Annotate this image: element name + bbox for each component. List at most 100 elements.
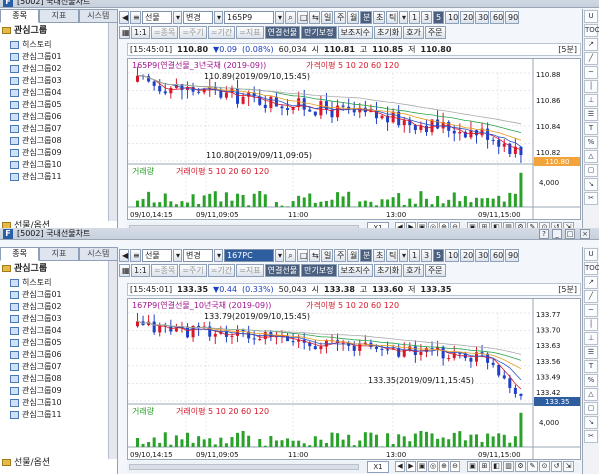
tool-button[interactable]: 주문 [424, 26, 446, 39]
tool-button[interactable]: =지표 [236, 264, 264, 277]
tree-item[interactable]: 관심그룹02 [10, 63, 105, 75]
chart-option-icon[interactable]: ◧ [491, 461, 502, 472]
tree-item[interactable]: 관심그룹09 [10, 385, 105, 397]
drawing-tool-icon[interactable]: ▢ [584, 164, 598, 177]
tree-item[interactable]: 관심그룹04 [10, 87, 105, 99]
drawing-tool-icon[interactable]: T [584, 360, 598, 373]
interval-button[interactable]: 5 [433, 249, 444, 262]
interval-button[interactable]: 3 [421, 249, 432, 262]
drawing-tool-icon[interactable]: ─ [584, 66, 598, 79]
drawing-tool-icon[interactable]: ╱ [584, 52, 598, 65]
interval-button[interactable]: 90 [505, 249, 519, 262]
close-button[interactable]: × [580, 229, 590, 239]
tool-button[interactable]: 보조지수 [337, 264, 373, 277]
search-icon[interactable]: ⌕ [285, 249, 296, 262]
tree-item[interactable]: 히스토리 [10, 39, 105, 51]
history-button[interactable]: ≡ [130, 249, 141, 262]
tool-button[interactable]: =종목 [150, 264, 179, 277]
interval-button[interactable]: 3 [421, 11, 432, 24]
chart-nav-icon[interactable]: ⊕ [439, 461, 449, 472]
interval-button[interactable]: 30 [475, 11, 489, 24]
period-button[interactable]: 틱 [386, 11, 398, 24]
chart-nav-icon[interactable]: ◀ [395, 461, 405, 472]
interval-button[interactable]: 20 [460, 249, 474, 262]
drawing-tool-icon[interactable]: TOOL [584, 24, 599, 37]
drawing-tool-icon[interactable]: △ [584, 150, 598, 163]
window-title-bar[interactable]: F [5002] 국내선물차트 ? _ □ × [0, 228, 599, 240]
market-select[interactable]: 선물 [142, 11, 172, 24]
drawing-tool-icon[interactable]: T [584, 122, 598, 135]
drawing-tool-icon[interactable]: ✂ [584, 430, 598, 443]
sidebar-scrollbar[interactable] [108, 23, 117, 221]
interval-button[interactable]: 1 [409, 249, 420, 262]
tool-button[interactable]: =지표 [236, 26, 264, 39]
drawing-tool-icon[interactable]: ▢ [584, 402, 598, 415]
tool-button[interactable]: =기간 [207, 264, 236, 277]
chart-nav-icon[interactable]: ◎ [428, 461, 438, 472]
lock-icon[interactable]: □ [297, 249, 308, 262]
interval-button[interactable]: 5 [433, 11, 444, 24]
code-input[interactable]: 165P9 [224, 11, 274, 24]
tree-item[interactable]: 관심그룹03 [10, 75, 105, 87]
change-select[interactable]: 변경 [183, 11, 213, 24]
tree-item[interactable]: 관심그룹10 [10, 159, 105, 171]
dropdown-icon[interactable]: ▾ [173, 249, 182, 262]
period-button[interactable]: 초 [373, 11, 385, 24]
chart-option-icon[interactable]: ▥ [503, 461, 514, 472]
tree-item[interactable]: 관심그룹06 [10, 111, 105, 123]
period-button[interactable]: 월 [347, 249, 359, 262]
tool-button[interactable]: =기간 [207, 26, 236, 39]
period-button[interactable]: 주 [334, 249, 346, 262]
tool-button[interactable]: 초기화 [373, 26, 403, 39]
period-button[interactable]: 주 [334, 11, 346, 24]
tool-button[interactable]: =종목 [150, 26, 179, 39]
tool-button[interactable]: 연결선물 [264, 26, 301, 39]
chart-option-icon[interactable]: ⊙ [539, 461, 550, 472]
back-button[interactable]: ◀ [119, 11, 129, 24]
tool-button[interactable]: 보조지수 [337, 26, 373, 39]
chart-option-icon[interactable]: ⇲ [563, 461, 574, 472]
tree-item[interactable]: 관심그룹02 [10, 301, 105, 313]
dropdown-icon[interactable]: ▾ [214, 11, 223, 24]
chart-option-icon[interactable]: ↺ [551, 461, 562, 472]
group-header[interactable]: 관심그룹 [2, 26, 47, 37]
drawing-tool-icon[interactable]: TOOL [584, 262, 599, 275]
tree-item[interactable]: 관심그룹09 [10, 147, 105, 159]
tree-item[interactable]: 관심그룹05 [10, 99, 105, 111]
tool-button[interactable]: 호가 [403, 26, 424, 39]
tree-item[interactable]: 관심그룹08 [10, 135, 105, 147]
interval-button[interactable]: 10 [445, 11, 459, 24]
tree-item[interactable]: 관심그룹07 [10, 123, 105, 135]
period-button[interactable]: 틱 [386, 249, 398, 262]
tool-button[interactable]: 만기보정 [301, 264, 337, 277]
tool-button[interactable]: =주기 [179, 264, 207, 277]
period-button[interactable]: 월 [347, 11, 359, 24]
tab-system[interactable]: 시스템 [78, 247, 118, 261]
tool-button[interactable]: =주기 [179, 26, 207, 39]
drawing-tool-icon[interactable]: │ [584, 80, 598, 93]
tool-button[interactable]: 초기화 [373, 264, 403, 277]
chart-nav-icon[interactable]: ▣ [417, 461, 427, 472]
drawing-tool-icon[interactable]: ↗ [584, 276, 598, 289]
interval-button[interactable]: 20 [460, 11, 474, 24]
sidebar-scrollbar[interactable] [108, 261, 117, 459]
interval-button[interactable]: 1 [409, 11, 420, 24]
drawing-tool-icon[interactable]: △ [584, 388, 598, 401]
tab-indicator[interactable]: 지표 [39, 247, 79, 261]
interval-button[interactable]: 60 [490, 11, 504, 24]
interval-button[interactable]: 90 [505, 11, 519, 24]
tree-item[interactable]: 관심그룹07 [10, 361, 105, 373]
link-icon[interactable]: ⇆ [309, 11, 320, 24]
chart-option-icon[interactable]: ▣ [467, 461, 478, 472]
period-button[interactable]: 분 [360, 249, 372, 262]
tab-indicator[interactable]: 지표 [39, 9, 79, 23]
dropdown-icon[interactable]: ▾ [275, 249, 284, 262]
dropdown-icon[interactable]: ▾ [173, 11, 182, 24]
drawing-tool-icon[interactable]: ☰ [584, 108, 598, 121]
drawing-tool-icon[interactable]: ✂ [584, 192, 598, 205]
scrollbar-track[interactable] [129, 464, 359, 470]
interval-button[interactable]: 60 [490, 249, 504, 262]
change-select[interactable]: 변경 [183, 249, 213, 262]
tool-button[interactable]: 호가 [403, 264, 424, 277]
dropdown-icon[interactable]: ▾ [399, 11, 408, 24]
